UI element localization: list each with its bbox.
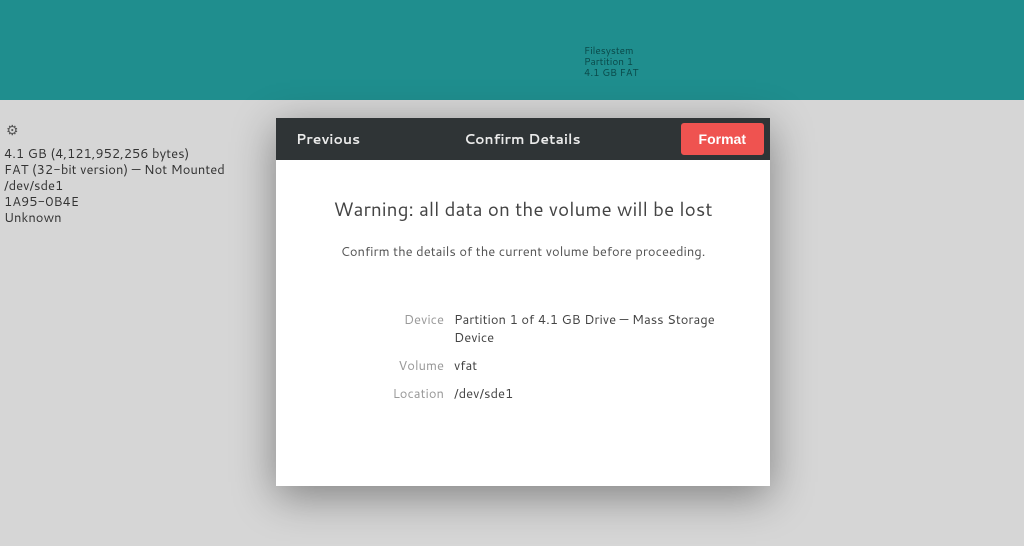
dialog-title: Confirm Details: [364, 129, 680, 149]
label-device: Device: [324, 311, 444, 347]
warning-subtitle: Confirm the details of the current volum…: [316, 243, 730, 261]
dialog-header: Previous Confirm Details Format: [276, 118, 770, 160]
format-button[interactable]: Format: [681, 123, 764, 155]
value-volume: vfat: [454, 357, 730, 375]
details-grid: Device Partition 1 of 4.1 GB Drive — Mas…: [324, 311, 730, 403]
warning-title: Warning: all data on the volume will be …: [316, 196, 730, 223]
value-location: /dev/sde1: [454, 385, 730, 403]
label-volume: Volume: [324, 357, 444, 375]
modal-overlay: Previous Confirm Details Format Warning:…: [0, 0, 1024, 546]
confirm-dialog: Previous Confirm Details Format Warning:…: [276, 118, 770, 486]
dialog-body: Warning: all data on the volume will be …: [276, 160, 770, 403]
label-location: Location: [324, 385, 444, 403]
value-device: Partition 1 of 4.1 GB Drive — Mass Stora…: [454, 311, 730, 347]
previous-button[interactable]: Previous: [292, 123, 364, 155]
